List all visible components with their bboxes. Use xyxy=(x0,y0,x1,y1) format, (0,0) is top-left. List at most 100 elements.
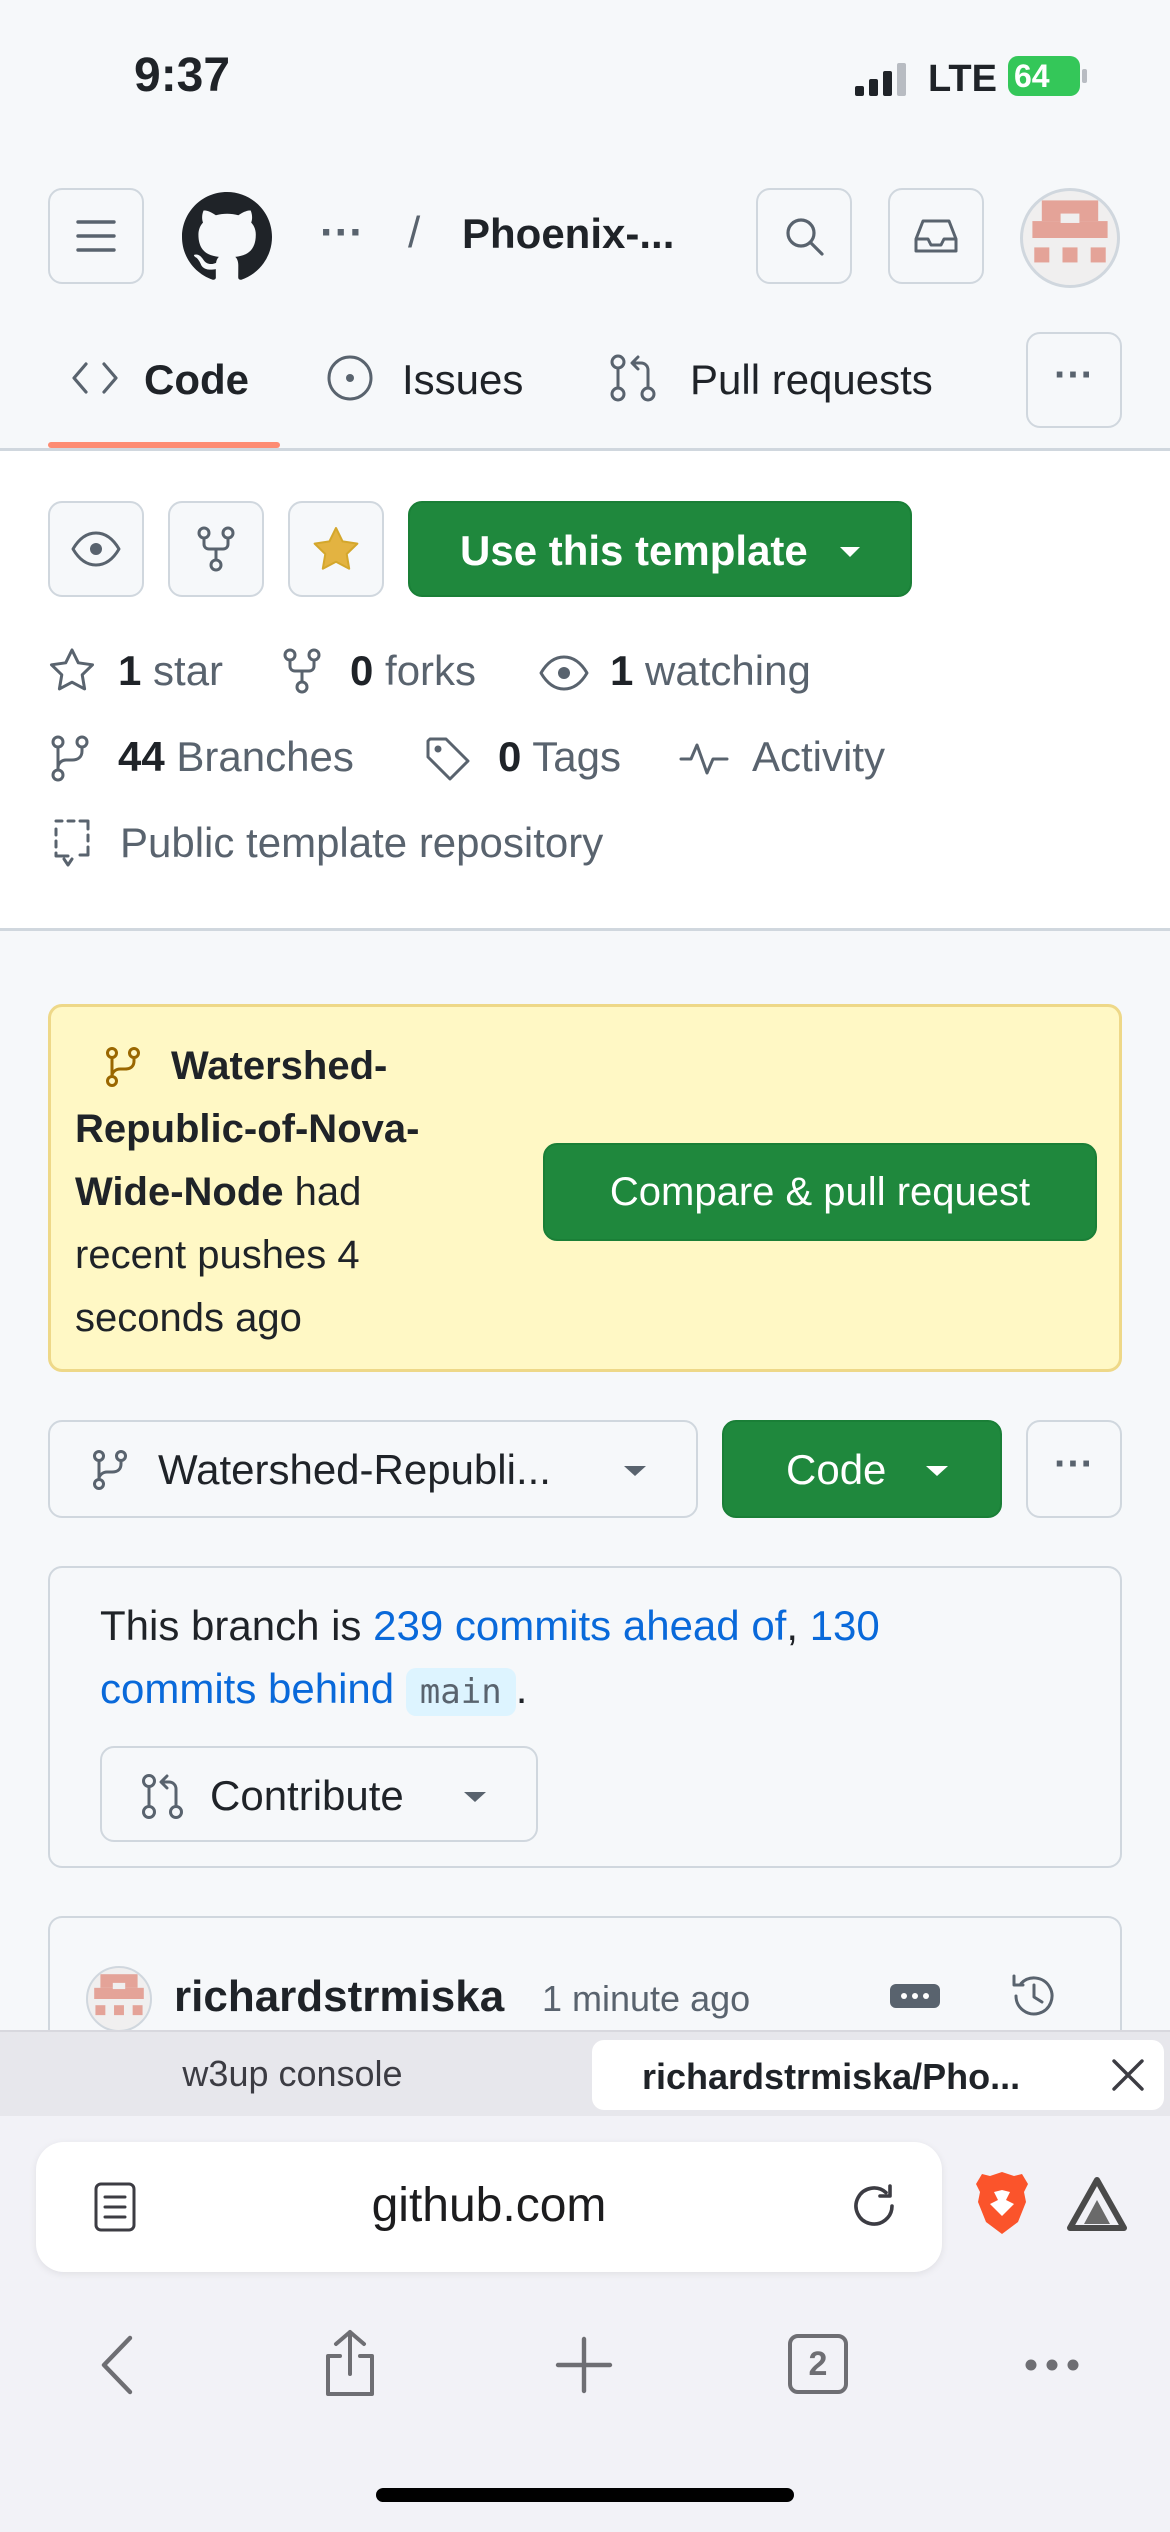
browser-tab-active[interactable]: richardstrmiska/Pho... xyxy=(592,2040,1164,2110)
battery-icon: 64 xyxy=(1008,56,1088,96)
more-icon[interactable] xyxy=(1024,2358,1080,2372)
branch-info-period: . xyxy=(515,1665,528,1712)
pull-request-icon xyxy=(610,354,656,402)
commits-behind-link-part1[interactable]: 130 xyxy=(810,1602,880,1649)
tab-code[interactable]: Code xyxy=(48,330,280,450)
branch-icon xyxy=(51,735,89,782)
code-button-label: Code xyxy=(786,1446,887,1493)
browser-toolbar: github.com 2 xyxy=(0,2116,1170,2532)
commit-message-toggle[interactable] xyxy=(890,1984,940,2008)
branch-selector-label: Watershed-Republi... xyxy=(158,1446,551,1493)
share-icon[interactable] xyxy=(322,2328,378,2398)
pull-request-icon xyxy=(142,1774,183,1819)
commit-avatar[interactable] xyxy=(86,1966,152,2032)
branch-more-button[interactable]: ··· xyxy=(1026,1420,1122,1518)
commits-behind-link-part2[interactable]: commits behind xyxy=(100,1665,394,1712)
tag-icon xyxy=(426,737,470,781)
base-branch-chip[interactable]: main xyxy=(405,1668,516,1716)
search-icon xyxy=(786,218,824,256)
star-button[interactable] xyxy=(288,501,384,597)
browser-tab-inactive-label: w3up console xyxy=(182,2053,403,2094)
code-button[interactable]: Code xyxy=(722,1420,1002,1518)
activity-link[interactable]: Activity xyxy=(752,733,885,781)
tabs-more-button[interactable]: ··· xyxy=(1026,332,1122,428)
home-indicator xyxy=(376,2488,794,2502)
caret-down-icon xyxy=(624,1466,646,1476)
use-template-label: Use this template xyxy=(460,527,808,574)
repo-name[interactable]: Phoenix-... xyxy=(462,210,674,258)
code-icon xyxy=(72,362,118,394)
watching-stat[interactable]: 1 watching xyxy=(610,647,811,695)
fork-icon xyxy=(197,526,235,572)
tab-count: 2 xyxy=(808,2344,828,2383)
commit-author[interactable]: richardstrmiska xyxy=(174,1972,504,2022)
watching-count: 1 xyxy=(610,647,634,694)
commits-ahead-link[interactable]: 239 commits ahead of xyxy=(373,1602,786,1649)
contribute-label: Contribute xyxy=(210,1772,404,1819)
caret-down-icon xyxy=(464,1792,486,1802)
commit-time: 1 minute ago xyxy=(542,1978,751,2019)
inbox-icon xyxy=(914,219,958,253)
watch-button[interactable] xyxy=(48,501,144,597)
recent-push-banner: Watershed- Republic-of-Nova- Wide-Node h… xyxy=(48,1004,1122,1372)
close-icon[interactable] xyxy=(1110,2057,1146,2093)
banner-text-after: had xyxy=(283,1170,362,1214)
battery-level: 64 xyxy=(1014,58,1050,94)
tags-label: Tags xyxy=(532,733,621,780)
address-url: github.com xyxy=(371,2179,607,2232)
back-icon[interactable] xyxy=(96,2334,136,2396)
address-bar[interactable]: github.com xyxy=(36,2142,942,2272)
tab-pull-requests[interactable]: Pull requests xyxy=(604,330,964,440)
compare-pull-request-button[interactable]: Compare & pull request xyxy=(543,1143,1097,1241)
branch-selector[interactable]: Watershed-Republi... xyxy=(48,1420,698,1518)
eye-icon xyxy=(71,531,121,567)
branch-info-text: This branch is 239 commits ahead of, 130… xyxy=(100,1594,1080,1724)
forks-stat[interactable]: 0 forks xyxy=(350,647,476,695)
tags-stat[interactable]: 0 Tags xyxy=(498,733,621,781)
avatar[interactable] xyxy=(1020,188,1120,288)
use-template-button[interactable]: Use this template xyxy=(408,501,912,597)
reload-icon[interactable] xyxy=(846,2178,902,2234)
stars-stat[interactable]: 1 star xyxy=(118,647,223,695)
branch-info-prefix: This branch is xyxy=(100,1602,374,1649)
branches-stat[interactable]: 44 Branches xyxy=(118,733,354,781)
branches-count: 44 xyxy=(118,733,165,780)
stars-count: 1 xyxy=(118,647,142,694)
branch-info-comma: , xyxy=(786,1602,810,1649)
ellipsis-icon xyxy=(901,1993,929,1999)
banner-branch-line2: Republic-of-Nova- xyxy=(75,1107,420,1151)
forks-count: 0 xyxy=(350,647,374,694)
brave-rewards-icon[interactable] xyxy=(1066,2176,1128,2232)
fork-button[interactable] xyxy=(168,501,264,597)
caret-down-icon xyxy=(926,1466,948,1476)
new-tab-icon[interactable] xyxy=(555,2336,613,2394)
status-time: 9:37 xyxy=(134,49,231,102)
search-button[interactable] xyxy=(756,188,852,284)
github-logo-icon[interactable] xyxy=(182,192,272,282)
repo-template-icon xyxy=(54,819,90,867)
tab-pull-requests-label: Pull requests xyxy=(690,356,933,403)
browser-tab-inactive[interactable]: w3up console xyxy=(0,2032,585,2116)
branch-icon xyxy=(93,1450,127,1490)
watching-label: watching xyxy=(645,647,811,694)
more-icon: ··· xyxy=(1054,352,1094,397)
banner-text: Watershed- Republic-of-Nova- Wide-Node h… xyxy=(75,1035,555,1350)
more-icon: ··· xyxy=(1054,1441,1094,1486)
branches-label: Branches xyxy=(176,733,354,780)
tab-issues[interactable]: Issues xyxy=(320,330,550,440)
browser-tab-active-label: richardstrmiska/Pho... xyxy=(642,2056,1021,2097)
contribute-button[interactable]: Contribute xyxy=(100,1746,538,1842)
hamburger-icon xyxy=(76,220,116,252)
stars-label: star xyxy=(153,647,224,694)
network-label: LTE xyxy=(928,58,997,100)
breadcrumb-ellipsis[interactable]: ··· xyxy=(320,208,364,258)
tab-switcher-button[interactable]: 2 xyxy=(788,2334,848,2394)
forks-label: forks xyxy=(385,647,477,694)
menu-button[interactable] xyxy=(48,188,144,284)
tab-issues-label: Issues xyxy=(402,356,524,403)
compare-pull-request-label: Compare & pull request xyxy=(609,1169,1031,1214)
inbox-button[interactable] xyxy=(888,188,984,284)
history-icon[interactable] xyxy=(1008,1970,1060,2022)
brave-shields-icon[interactable] xyxy=(972,2170,1032,2236)
activity-icon xyxy=(679,743,729,775)
